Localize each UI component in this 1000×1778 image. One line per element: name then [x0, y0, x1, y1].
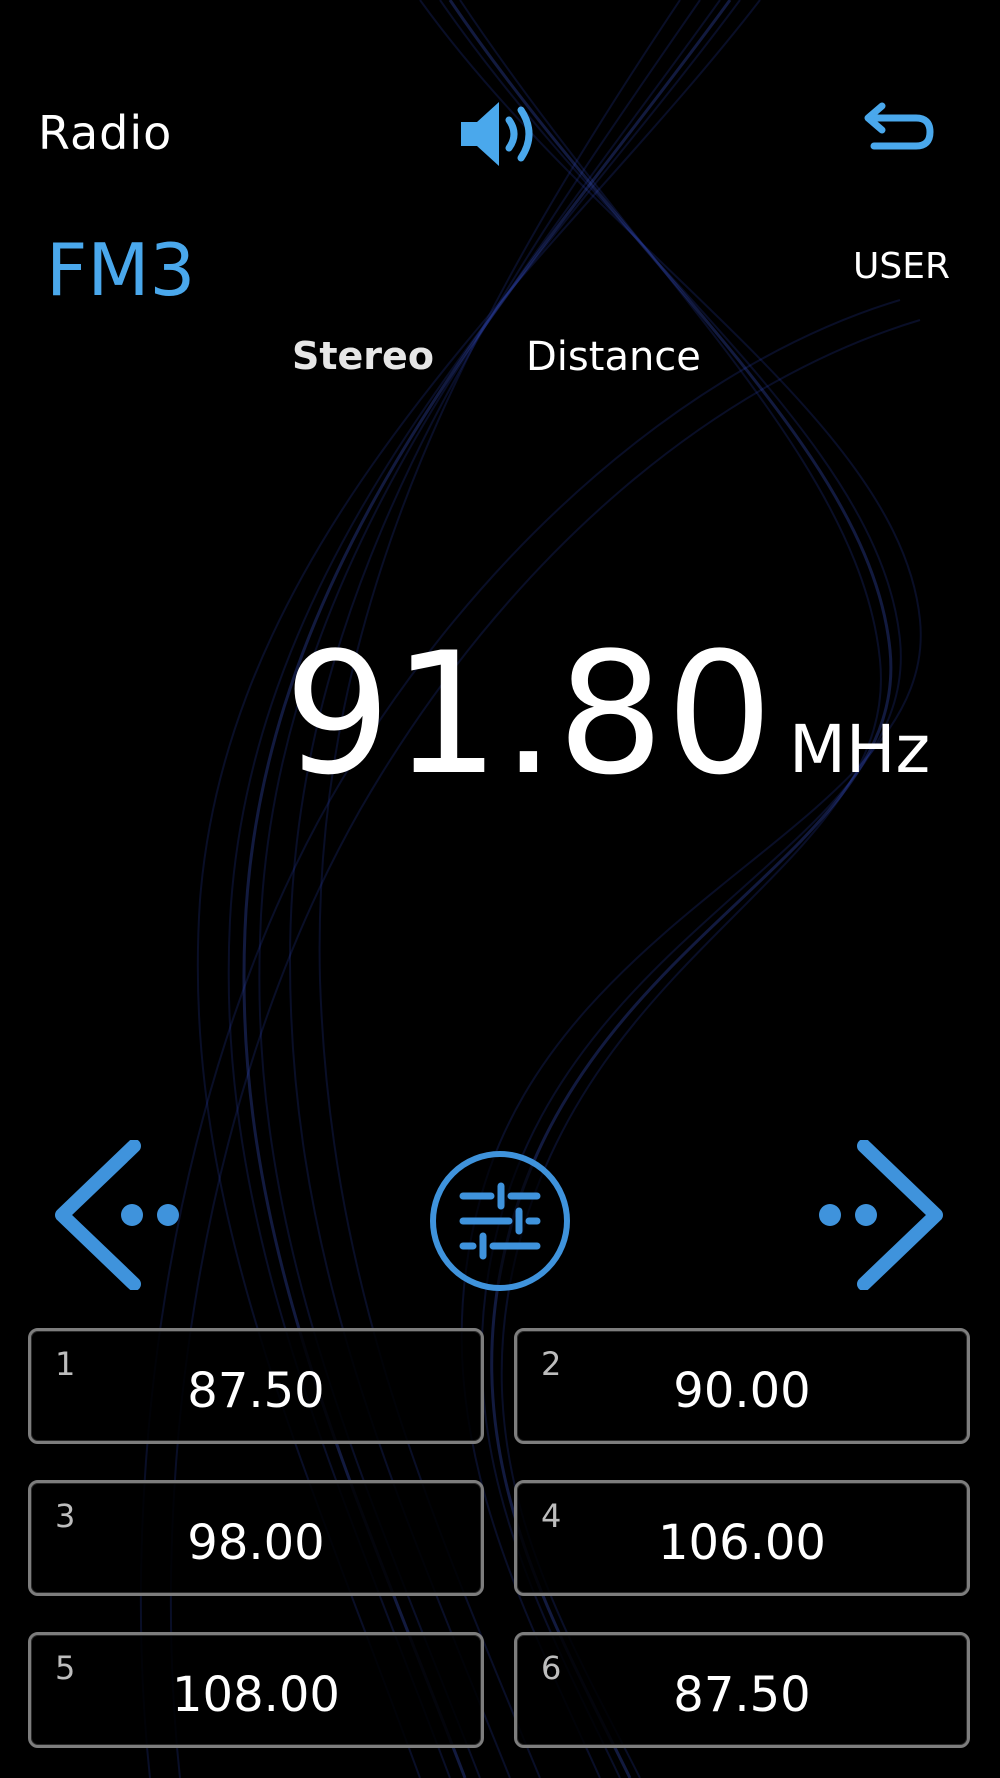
band-label[interactable]: FM3 [46, 228, 195, 312]
preset-frequency: 90.00 [673, 1363, 811, 1419]
frequency-display: 91.80 MHz [284, 630, 930, 798]
volume-icon [461, 102, 533, 166]
back-button[interactable] [860, 100, 936, 164]
mode-label: USER [853, 246, 950, 287]
radio-screen: Radio FM3 USER Stereo Distance 91.80MHz [0, 0, 1000, 1778]
preset-button-5[interactable]: 5 108.00 [28, 1632, 484, 1748]
settings-button[interactable] [427, 1148, 573, 1294]
preset-frequency: 98.00 [187, 1515, 325, 1571]
frequency-value: 91.80 [284, 616, 775, 812]
preset-frequency: 87.50 [673, 1667, 811, 1723]
app-title: Radio [38, 106, 173, 160]
seek-next-icon [819, 1139, 943, 1291]
preset-frequency: 106.00 [658, 1515, 826, 1571]
preset-frequency: 87.50 [187, 1363, 325, 1419]
equalizer-icon [430, 1151, 570, 1291]
distance-indicator: Distance [526, 334, 701, 380]
seek-next-button[interactable] [808, 1139, 948, 1291]
volume-button[interactable] [455, 96, 543, 172]
preset-frequency: 108.00 [172, 1667, 340, 1723]
frequency-unit: MHz [788, 711, 931, 788]
preset-button-3[interactable]: 3 98.00 [28, 1480, 484, 1596]
preset-button-2[interactable]: 2 90.00 [514, 1328, 970, 1444]
stereo-indicator: Stereo [292, 334, 434, 378]
seek-prev-icon [55, 1139, 179, 1291]
preset-button-1[interactable]: 1 87.50 [28, 1328, 484, 1444]
preset-button-6[interactable]: 6 87.50 [514, 1632, 970, 1748]
preset-button-4[interactable]: 4 106.00 [514, 1480, 970, 1596]
seek-prev-button[interactable] [50, 1139, 190, 1291]
back-icon [864, 102, 934, 150]
